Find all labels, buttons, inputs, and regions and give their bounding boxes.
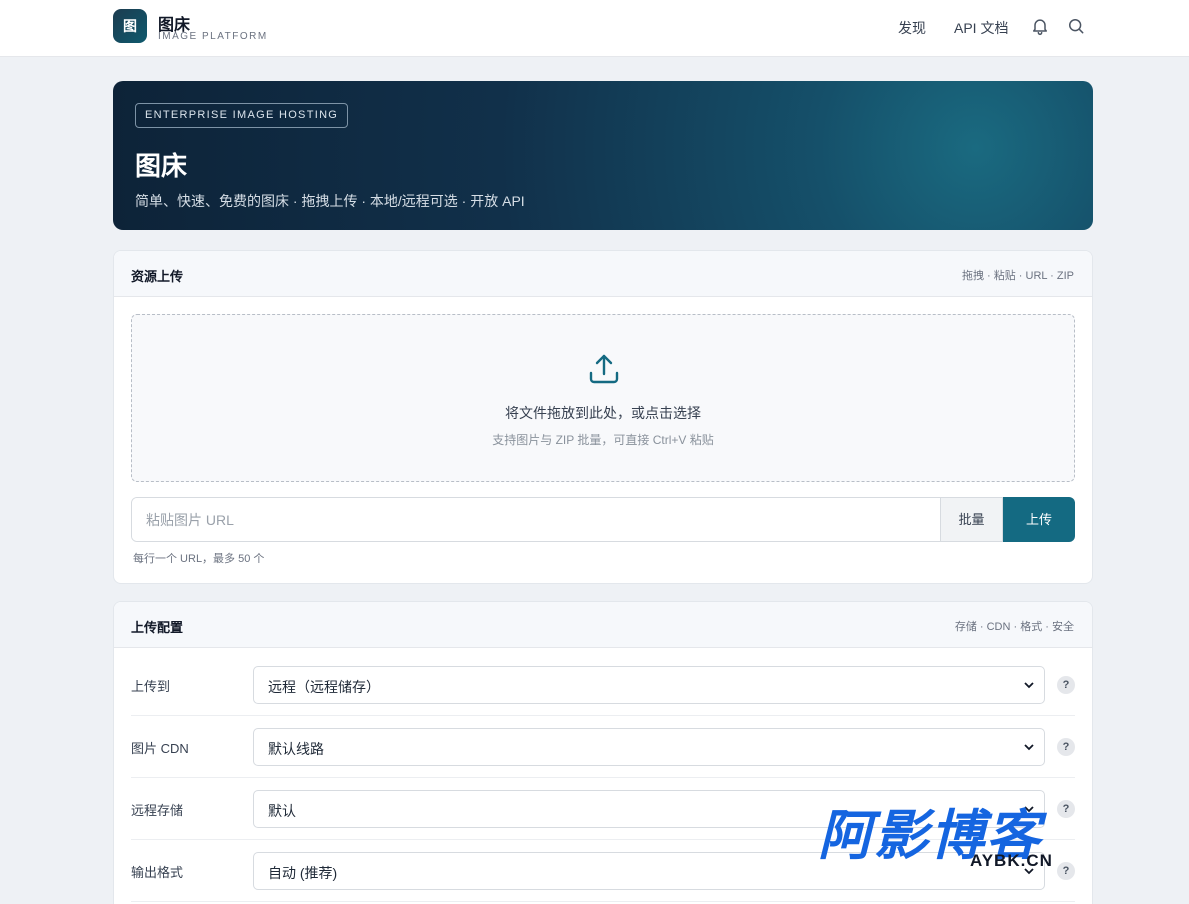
- select-value: 自动 (推荐): [268, 865, 338, 881]
- help-icon[interactable]: ?: [1057, 676, 1075, 694]
- config-row-cdn: 图片 CDN 默认线路 ?: [131, 716, 1075, 778]
- hero-badge: ENTERPRISE IMAGE HOSTING: [135, 103, 349, 128]
- logo-badge[interactable]: 图: [113, 9, 147, 43]
- config-card-meta: 存储 · CDN · 格式 · 安全: [954, 621, 1074, 633]
- nav-api-docs-link[interactable]: API 文档: [954, 18, 1008, 38]
- drop-zone-subtitle: 支持图片与 ZIP 批量，可直接 Ctrl+V 粘贴: [492, 433, 714, 447]
- config-card-title: 上传配置: [131, 620, 184, 635]
- select-value: 默认: [268, 803, 296, 819]
- chevron-down-icon: [1024, 682, 1034, 689]
- config-label: 图片 CDN: [131, 741, 189, 756]
- bell-icon[interactable]: [1030, 16, 1050, 36]
- config-label: 输出格式: [131, 865, 184, 880]
- select-value: 默认线路: [268, 741, 324, 757]
- watermark-domain: AYBK.CN: [970, 851, 1053, 870]
- upload-target-select[interactable]: 远程（远程储存）: [253, 666, 1045, 704]
- batch-button[interactable]: 批量: [941, 497, 1003, 542]
- select-value: 远程（远程储存）: [268, 679, 380, 695]
- help-icon[interactable]: ?: [1057, 738, 1075, 756]
- top-navbar: 图 图床 IMAGE PLATFORM 发现 API 文档: [0, 0, 1189, 57]
- drop-zone-title: 将文件拖放到此处，或点击选择: [505, 405, 701, 421]
- upload-icon: [589, 354, 619, 384]
- upload-card: 资源上传 拖拽 · 粘贴 · URL · ZIP 将文件拖放到此处，或点击选择 …: [113, 250, 1093, 584]
- help-icon[interactable]: ?: [1057, 800, 1075, 818]
- hero-banner: ENTERPRISE IMAGE HOSTING 图床 简单、快速、免费的图床 …: [113, 81, 1093, 230]
- search-icon[interactable]: [1066, 16, 1086, 36]
- url-hint: 每行一个 URL，最多 50 个: [133, 553, 265, 565]
- help-icon[interactable]: ?: [1057, 862, 1075, 880]
- config-label: 远程存储: [131, 803, 184, 818]
- config-label: 上传到: [131, 679, 171, 694]
- chevron-down-icon: [1024, 744, 1034, 751]
- upload-button[interactable]: 上传: [1003, 497, 1075, 542]
- brand-subtitle: IMAGE PLATFORM: [158, 31, 268, 42]
- config-card-header: 上传配置 存储 · CDN · 格式 · 安全: [114, 602, 1092, 648]
- url-input[interactable]: [131, 497, 941, 542]
- hero-title: 图床: [135, 151, 188, 181]
- config-row-upload-target: 上传到 远程（远程储存） ?: [131, 654, 1075, 716]
- cdn-select[interactable]: 默认线路: [253, 728, 1045, 766]
- upload-card-header: 资源上传 拖拽 · 粘贴 · URL · ZIP: [114, 251, 1092, 297]
- upload-card-title: 资源上传: [131, 269, 184, 284]
- hero-subtitle: 简单、快速、免费的图床 · 拖拽上传 · 本地/远程可选 · 开放 API: [135, 193, 525, 209]
- upload-card-meta: 拖拽 · 粘贴 · URL · ZIP: [961, 270, 1074, 282]
- drop-zone[interactable]: 将文件拖放到此处，或点击选择 支持图片与 ZIP 批量，可直接 Ctrl+V 粘…: [131, 314, 1075, 482]
- nav-discover-link[interactable]: 发现: [898, 18, 926, 38]
